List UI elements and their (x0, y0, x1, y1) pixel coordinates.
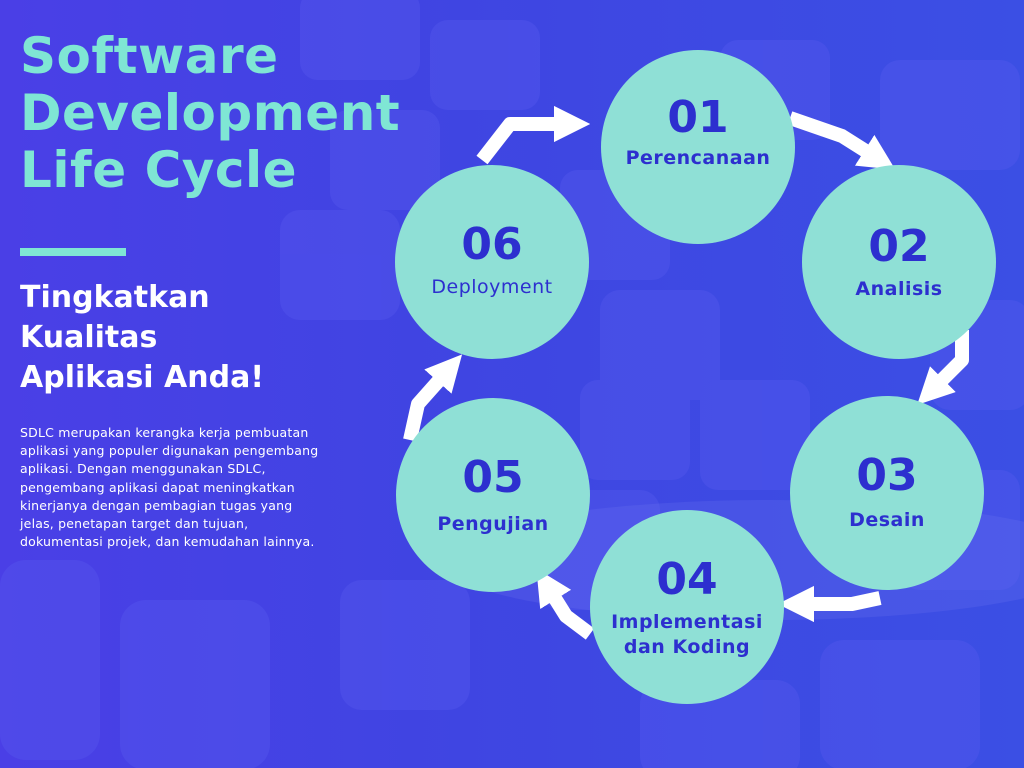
step-04-circle: 04 Implementasi dan Koding (590, 510, 784, 704)
step-number: 05 (462, 452, 524, 503)
step-03-circle: 03 Desain (790, 396, 984, 590)
step-label: Pengujian (437, 513, 549, 535)
arrow-03-to-04 (777, 585, 882, 623)
step-label: Perencanaan (625, 147, 771, 169)
arrow-04-to-05 (536, 568, 595, 640)
step-06-circle: 06 Deployment (395, 165, 589, 359)
step-05-circle: 05 Pengujian (396, 398, 590, 592)
step-label: Analisis (855, 278, 943, 300)
step-01-circle: 01 Perencanaan (601, 50, 795, 244)
step-label: Desain (849, 509, 925, 531)
step-number: 04 (656, 554, 718, 605)
step-label: Implementasi dan Koding (611, 611, 763, 658)
arrow-06-to-01 (476, 105, 591, 165)
step-02-circle: 02 Analisis (802, 165, 996, 359)
step-number: 01 (667, 92, 729, 143)
step-number: 02 (868, 221, 930, 272)
step-number: 03 (856, 450, 918, 501)
step-label: Deployment (431, 276, 553, 298)
step-number: 06 (461, 219, 523, 270)
cycle-arrows (403, 105, 969, 640)
arrow-01-to-02 (787, 111, 896, 170)
